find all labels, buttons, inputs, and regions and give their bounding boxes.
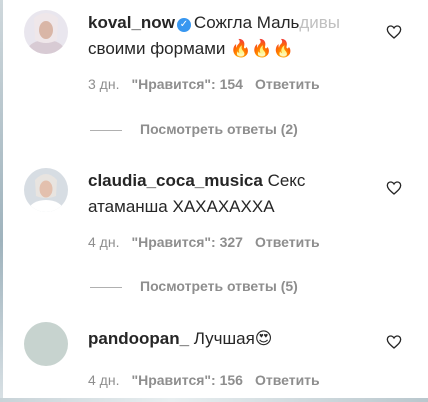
verified-badge-icon: ✓ — [176, 18, 191, 32]
comment-username[interactable]: koval_now — [88, 13, 175, 32]
likes-count[interactable]: "Нравится": 327 — [131, 234, 242, 250]
comment-text: Лучшая😍 — [193, 329, 273, 348]
comment-text-line2: атаманша ХАХАХАХХА — [88, 197, 275, 216]
divider-line — [90, 129, 122, 131]
divider-line — [90, 286, 122, 288]
background-edge — [0, 0, 3, 402]
comment-text: Сожгла Маль — [193, 13, 300, 32]
view-replies-button[interactable]: Посмотреть ответы (2) — [90, 121, 298, 137]
reply-button[interactable]: Ответить — [255, 76, 320, 92]
comment-username[interactable]: claudia_coca_musica — [88, 171, 263, 190]
comment-text-faded: дивы — [299, 13, 341, 32]
background-edge — [0, 398, 428, 402]
avatar[interactable] — [24, 10, 68, 54]
comment-username[interactable]: pandoopan_ — [88, 329, 189, 348]
comment-time[interactable]: 4 дн. — [88, 372, 119, 388]
reply-button[interactable]: Ответить — [255, 372, 320, 388]
heart-outline-icon[interactable] — [386, 334, 402, 350]
heart-outline-icon[interactable] — [386, 24, 402, 40]
comment-text: Секс — [267, 171, 306, 190]
view-replies-label: Посмотреть ответы (2) — [140, 121, 298, 137]
avatar[interactable] — [24, 168, 68, 212]
comment-time[interactable]: 3 дн. — [88, 76, 119, 92]
view-replies-button[interactable]: Посмотреть ответы (5) — [90, 278, 298, 294]
avatar[interactable] — [24, 322, 68, 366]
reply-button[interactable]: Ответить — [255, 234, 320, 250]
likes-count[interactable]: "Нравится": 156 — [131, 372, 242, 388]
comment-meta: 4 дн. "Нравится": 327 Ответить — [88, 234, 332, 250]
comment-meta: 3 дн. "Нравится": 154 Ответить — [88, 76, 332, 92]
view-replies-label: Посмотреть ответы (5) — [140, 278, 298, 294]
heart-outline-icon[interactable] — [386, 180, 402, 196]
likes-count[interactable]: "Нравится": 154 — [131, 76, 242, 92]
comment-time[interactable]: 4 дн. — [88, 234, 119, 250]
comment-meta: 4 дн. "Нравится": 156 Ответить — [88, 372, 332, 388]
comment-text-line2: своими формами 🔥🔥🔥 — [88, 39, 294, 58]
